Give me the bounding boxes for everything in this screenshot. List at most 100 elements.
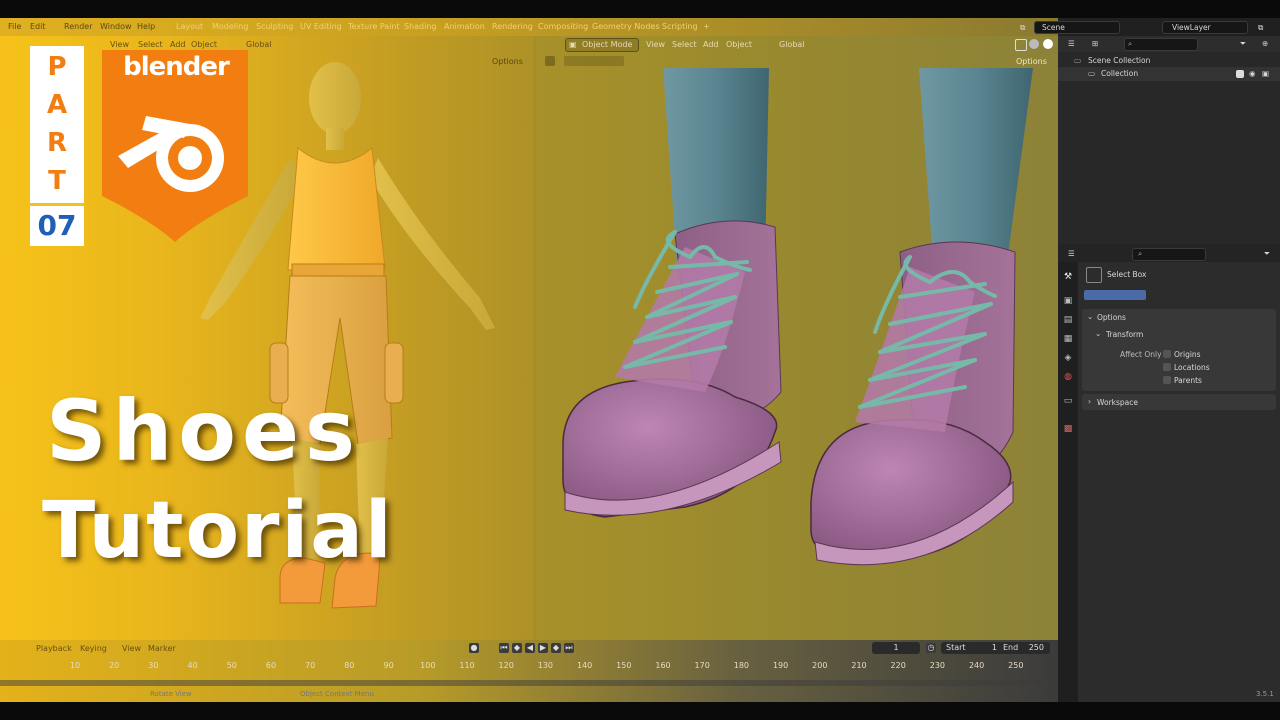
tab-compositing[interactable]: Compositing — [538, 22, 588, 31]
world-tab-icon[interactable]: ◍ — [1063, 372, 1073, 382]
jump-start-icon[interactable]: ⏮ — [499, 643, 509, 653]
properties-search-input[interactable] — [1132, 248, 1206, 261]
render-tab-icon[interactable]: ▣ — [1063, 296, 1073, 306]
tab-animation[interactable]: Animation — [444, 22, 485, 31]
start-frame-field[interactable]: Start 1 — [941, 642, 1003, 654]
prev-keyframe-icon[interactable]: ◆ — [512, 643, 522, 653]
outliner-row-collection[interactable]: ▭ Collection ◉ ▣ — [1058, 67, 1280, 81]
tab-layout[interactable]: Layout — [176, 22, 203, 31]
workspace-panel[interactable]: › Workspace — [1082, 394, 1276, 410]
right-menu-object[interactable]: Object — [726, 40, 752, 49]
timeline-tick-label: 150 — [616, 661, 632, 670]
version-label: 3.5.1 — [1256, 690, 1274, 698]
timeline-tick-label: 100 — [420, 661, 436, 670]
right-menu-view[interactable]: View — [646, 40, 665, 49]
timeline-menu-keying[interactable]: Keying — [80, 644, 107, 653]
new-collection-icon[interactable]: ⊕ — [1262, 39, 1268, 48]
letterbox-top — [0, 0, 1280, 18]
tab-shading[interactable]: Shading — [404, 22, 437, 31]
scene-name: Scene — [1042, 23, 1065, 32]
tab-uv-editing[interactable]: UV Editing — [300, 22, 342, 31]
outliner-search-input[interactable] — [1124, 38, 1198, 51]
menu-window[interactable]: Window — [100, 22, 132, 31]
clock-icon[interactable]: ◷ — [926, 643, 936, 653]
properties-options-icon[interactable]: ⏷ — [1264, 249, 1270, 259]
editor-type-icon[interactable]: ☰ — [1068, 39, 1075, 48]
wireframe-shading-icon[interactable] — [1015, 39, 1027, 51]
mode-select-icon: ▣ — [569, 40, 577, 49]
end-frame-field[interactable]: End 250 — [998, 642, 1050, 654]
origins-label: Origins — [1174, 350, 1201, 359]
filter-icon[interactable]: ⏷ — [1240, 39, 1246, 49]
menu-render[interactable]: Render — [64, 22, 92, 31]
timeline-scrollbar[interactable] — [0, 680, 1050, 686]
render-camera-icon[interactable]: ▣ — [1262, 69, 1269, 78]
timeline-tick-label: 160 — [655, 661, 671, 670]
right-orientation[interactable]: Global — [779, 40, 805, 49]
right-menu-add[interactable]: Add — [703, 40, 719, 49]
add-view-layer-icon[interactable]: ⧉ — [1258, 23, 1263, 33]
letterbox-bottom — [0, 702, 1280, 720]
transform-label[interactable]: Transform — [1106, 330, 1143, 339]
current-frame-field[interactable]: 1 — [872, 642, 920, 654]
properties-search-icon: ⌕ — [1138, 249, 1143, 258]
outliner-row-scene-collection[interactable]: ▭ Scene Collection — [1058, 54, 1280, 68]
timeline-tick-label: 130 — [537, 661, 554, 670]
tab-rendering[interactable]: Rendering — [492, 22, 533, 31]
texture-tab-icon[interactable]: ▩ — [1063, 424, 1073, 434]
exclude-checkbox[interactable] — [1236, 70, 1244, 78]
tab-texture-paint[interactable]: Texture Paint — [348, 22, 400, 31]
select-box-tool-icon[interactable] — [1086, 267, 1102, 283]
timeline-tick-label: 40 — [187, 661, 198, 670]
timeline-tick-label: 10 — [69, 661, 81, 670]
visibility-eye-icon[interactable]: ◉ — [1249, 69, 1256, 78]
search-icon: ⌕ — [1128, 39, 1133, 48]
timeline-tick-label: 230 — [929, 661, 946, 670]
options-chevron-icon[interactable]: ⌄ — [1087, 312, 1093, 321]
menu-edit[interactable]: Edit — [30, 22, 46, 31]
timeline-tick-label: 250 — [1008, 661, 1024, 670]
record-icon[interactable]: ● — [469, 643, 479, 653]
options-panel: ⌄ Options ⌄ Transform Affect Only Origin… — [1082, 309, 1276, 391]
solid-shading-icon[interactable] — [1029, 39, 1039, 49]
timeline-tick-label: 110 — [459, 661, 475, 670]
tool-name-label: Select Box — [1107, 270, 1147, 279]
parents-label: Parents — [1174, 376, 1202, 385]
affect-only-label: Affect Only — [1120, 350, 1162, 359]
tab-geometry-nodes[interactable]: Geometry Nodes — [592, 22, 659, 31]
next-keyframe-icon[interactable]: ◆ — [551, 643, 561, 653]
play-icon[interactable]: ▶ — [538, 643, 548, 653]
view-layer-tab-icon[interactable]: ▦ — [1063, 334, 1073, 344]
add-workspace-button[interactable]: + — [703, 22, 710, 31]
tab-sculpting[interactable]: Sculpting — [256, 22, 293, 31]
properties-editor-icon[interactable]: ☰ — [1068, 249, 1075, 258]
menu-file[interactable]: File — [8, 22, 21, 31]
parents-checkbox[interactable] — [1163, 376, 1171, 384]
tab-scripting[interactable]: Scripting — [662, 22, 698, 31]
timeline-menu-view[interactable]: View — [122, 644, 141, 653]
right-menu-select[interactable]: Select — [672, 40, 697, 49]
transform-chevron-icon[interactable]: ⌄ — [1095, 329, 1101, 338]
timeline-menu-marker[interactable]: Marker — [148, 644, 176, 653]
workspace-tabs: File Edit Render Window Help Layout Mode… — [0, 18, 1058, 36]
jump-end-icon[interactable]: ⏭ — [564, 643, 574, 653]
display-mode-icon[interactable]: ⊞ — [1092, 39, 1098, 48]
part-letter-p: P — [47, 52, 67, 82]
menu-help[interactable]: Help — [137, 22, 155, 31]
timeline-tick-label: 170 — [694, 661, 710, 670]
tab-modeling[interactable]: Modeling — [212, 22, 248, 31]
options-label[interactable]: Options — [1097, 313, 1126, 322]
play-reverse-icon[interactable]: ◀ — [525, 643, 535, 653]
workspace-chevron-icon[interactable]: › — [1088, 397, 1091, 406]
collection-tab-icon[interactable]: ▭ — [1063, 396, 1073, 406]
output-tab-icon[interactable]: ▤ — [1063, 315, 1073, 325]
origins-checkbox[interactable] — [1163, 350, 1171, 358]
selection-mode-buttons[interactable] — [1084, 290, 1146, 300]
timeline-tick-label: 20 — [109, 661, 120, 670]
scene-tab-icon[interactable]: ◈ — [1063, 353, 1073, 363]
timeline-menu-playback[interactable]: Playback — [36, 644, 72, 653]
scene-header: ⧉ Scene ViewLayer ⧉ — [1020, 18, 1280, 36]
locations-checkbox[interactable] — [1163, 363, 1171, 371]
material-shading-icon[interactable] — [1043, 39, 1053, 49]
tool-tab-icon[interactable]: ⚒ — [1063, 272, 1073, 282]
